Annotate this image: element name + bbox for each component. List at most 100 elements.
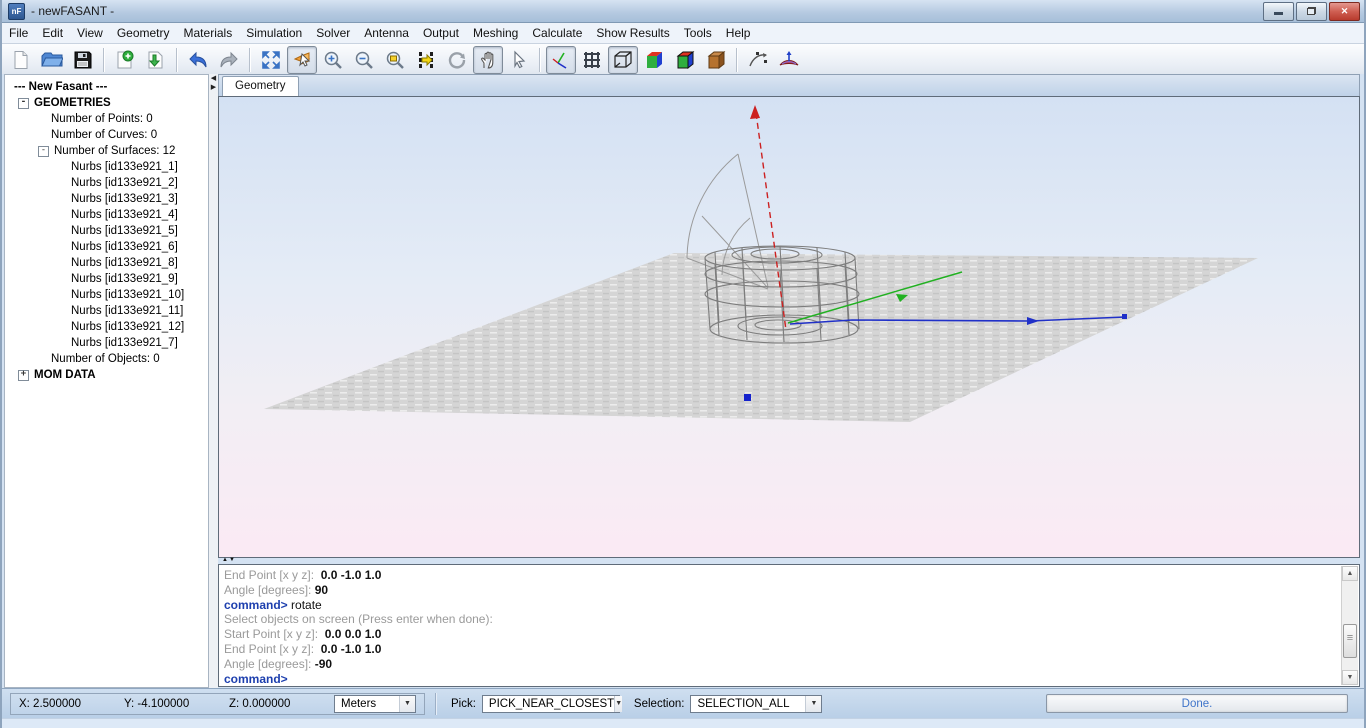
units-dropdown[interactable]: Meters ▼: [334, 695, 416, 713]
zoom-box-button[interactable]: [287, 46, 317, 74]
wireframe-view-button[interactable]: [608, 46, 638, 74]
open-file-button[interactable]: [37, 46, 67, 74]
pan-button[interactable]: [473, 46, 503, 74]
tree-item-points[interactable]: Number of Points: 0: [5, 111, 208, 127]
undo-button[interactable]: [183, 46, 213, 74]
zoom-window-button[interactable]: [380, 46, 410, 74]
chevron-down-icon: ▼: [614, 696, 622, 712]
axes-icon: [551, 50, 571, 70]
point-marker: [744, 394, 751, 401]
tree-item-nurbs-10[interactable]: Nurbs [id133e921_10]: [5, 287, 208, 303]
close-button[interactable]: ✕: [1329, 2, 1360, 21]
menu-output[interactable]: Output: [416, 24, 466, 42]
console-prompt[interactable]: command>: [224, 672, 1339, 687]
tree-item-nurbs-9[interactable]: Nurbs [id133e921_9]: [5, 271, 208, 287]
tree-item-surfaces[interactable]: -Number of Surfaces: 12: [5, 143, 208, 159]
rotate-tool-button[interactable]: [743, 46, 773, 74]
tree-item-nurbs-4[interactable]: Nurbs [id133e921_4]: [5, 207, 208, 223]
menu-help[interactable]: Help: [719, 24, 758, 42]
console-scrollbar[interactable]: ▲ ▼: [1341, 566, 1358, 685]
solid-edges-cube-icon: [675, 50, 695, 70]
menu-tools[interactable]: Tools: [677, 24, 719, 42]
menu-file[interactable]: File: [2, 24, 35, 42]
app-icon: nF: [8, 3, 25, 20]
menu-edit[interactable]: Edit: [35, 24, 70, 42]
tree-item-nurbs-8[interactable]: Nurbs [id133e921_8]: [5, 255, 208, 271]
coord-y: Y: -4.100000: [124, 698, 229, 710]
tree-item-objects[interactable]: Number of Objects: 0: [5, 351, 208, 367]
solid-view-button[interactable]: [639, 46, 669, 74]
rotate-view-icon: [447, 50, 467, 70]
import-button[interactable]: [110, 46, 140, 74]
tree-item-nurbs-5[interactable]: Nurbs [id133e921_5]: [5, 223, 208, 239]
selection-dropdown[interactable]: SELECTION_ALL ▼: [690, 695, 822, 713]
tree-item-nurbs-6[interactable]: Nurbs [id133e921_6]: [5, 239, 208, 255]
zoom-out-icon: [354, 50, 374, 70]
menu-view[interactable]: View: [70, 24, 110, 42]
tree-item-nurbs-3[interactable]: Nurbs [id133e921_3]: [5, 191, 208, 207]
fit-view-button[interactable]: [256, 46, 286, 74]
surface-normals-icon: [778, 50, 800, 70]
menu-simulation[interactable]: Simulation: [239, 24, 309, 42]
pick-dropdown[interactable]: PICK_NEAR_CLOSEST ▼: [482, 695, 620, 713]
toolbar: [2, 44, 1364, 76]
collapse-left-icon[interactable]: ◀: [209, 74, 218, 83]
menu-solver[interactable]: Solver: [309, 24, 357, 42]
textured-cube-icon: [706, 50, 726, 70]
new-file-button[interactable]: [6, 46, 36, 74]
zoom-extents-icon: [416, 50, 436, 70]
pan-hand-icon: [478, 50, 498, 70]
textured-view-button[interactable]: [701, 46, 731, 74]
solid-edges-view-button[interactable]: [670, 46, 700, 74]
zoom-in-button[interactable]: [318, 46, 348, 74]
progress-text: Done.: [1182, 698, 1213, 710]
coordinates-group: X: 2.500000 Y: -4.100000 Z: 0.000000 Met…: [10, 693, 425, 715]
console-line: End Point [x y z]: 0.0 -1.0 1.0: [224, 568, 1339, 583]
expand-right-icon[interactable]: ▶: [209, 83, 218, 92]
scroll-up-icon[interactable]: ▲: [1342, 566, 1358, 581]
rotate-view-button[interactable]: [442, 46, 472, 74]
tree-item-nurbs-2[interactable]: Nurbs [id133e921_2]: [5, 175, 208, 191]
scroll-down-icon[interactable]: ▼: [1342, 670, 1358, 685]
save-button[interactable]: [68, 46, 98, 74]
menu-show-results[interactable]: Show Results: [589, 24, 676, 42]
menu-materials[interactable]: Materials: [177, 24, 240, 42]
tab-geometry[interactable]: Geometry: [222, 76, 299, 96]
menu-meshing[interactable]: Meshing: [466, 24, 525, 42]
tree-item-nurbs-1[interactable]: Nurbs [id133e921_1]: [5, 159, 208, 175]
zoom-extents-button[interactable]: [411, 46, 441, 74]
tree-item-geometries[interactable]: -GEOMETRIES: [5, 95, 208, 111]
grid-toggle-button[interactable]: [577, 46, 607, 74]
restore-button[interactable]: [1296, 2, 1327, 21]
panel-splitter[interactable]: ◀ ▶: [209, 74, 218, 688]
splitter-arrows-icon[interactable]: ▲▼: [222, 557, 236, 563]
axes-toggle-button[interactable]: [546, 46, 576, 74]
tree-item-nurbs-7[interactable]: Nurbs [id133e921_7]: [5, 335, 208, 351]
solid-cube-icon: [644, 50, 664, 70]
menu-calculate[interactable]: Calculate: [525, 24, 589, 42]
console-line: command> rotate: [224, 598, 1339, 613]
viewport-3d[interactable]: [218, 96, 1360, 558]
scroll-thumb[interactable]: [1343, 624, 1357, 658]
expand-icon[interactable]: +: [18, 370, 29, 381]
select-button[interactable]: [504, 46, 534, 74]
menu-antenna[interactable]: Antenna: [357, 24, 416, 42]
status-bar: X: 2.500000 Y: -4.100000 Z: 0.000000 Met…: [2, 688, 1366, 718]
tree-item-mom-data[interactable]: +MOM DATA: [5, 367, 208, 383]
undo-icon: [187, 50, 209, 70]
zoom-out-button[interactable]: [349, 46, 379, 74]
collapse-icon[interactable]: -: [38, 146, 49, 157]
tree-item-curves[interactable]: Number of Curves: 0: [5, 127, 208, 143]
tree-item-nurbs-11[interactable]: Nurbs [id133e921_11]: [5, 303, 208, 319]
minimize-button[interactable]: [1263, 2, 1294, 21]
tree-item-root[interactable]: --- New Fasant ---: [5, 79, 208, 95]
export-button[interactable]: [141, 46, 171, 74]
normals-tool-button[interactable]: [774, 46, 804, 74]
command-console[interactable]: End Point [x y z]: 0.0 -1.0 1.0 Angle [d…: [218, 564, 1360, 687]
tree-item-nurbs-12[interactable]: Nurbs [id133e921_12]: [5, 319, 208, 335]
close-icon: ✕: [1341, 6, 1349, 17]
redo-button[interactable]: [214, 46, 244, 74]
chevron-down-icon: ▼: [805, 696, 821, 712]
collapse-icon[interactable]: -: [18, 98, 29, 109]
menu-geometry[interactable]: Geometry: [110, 24, 177, 42]
